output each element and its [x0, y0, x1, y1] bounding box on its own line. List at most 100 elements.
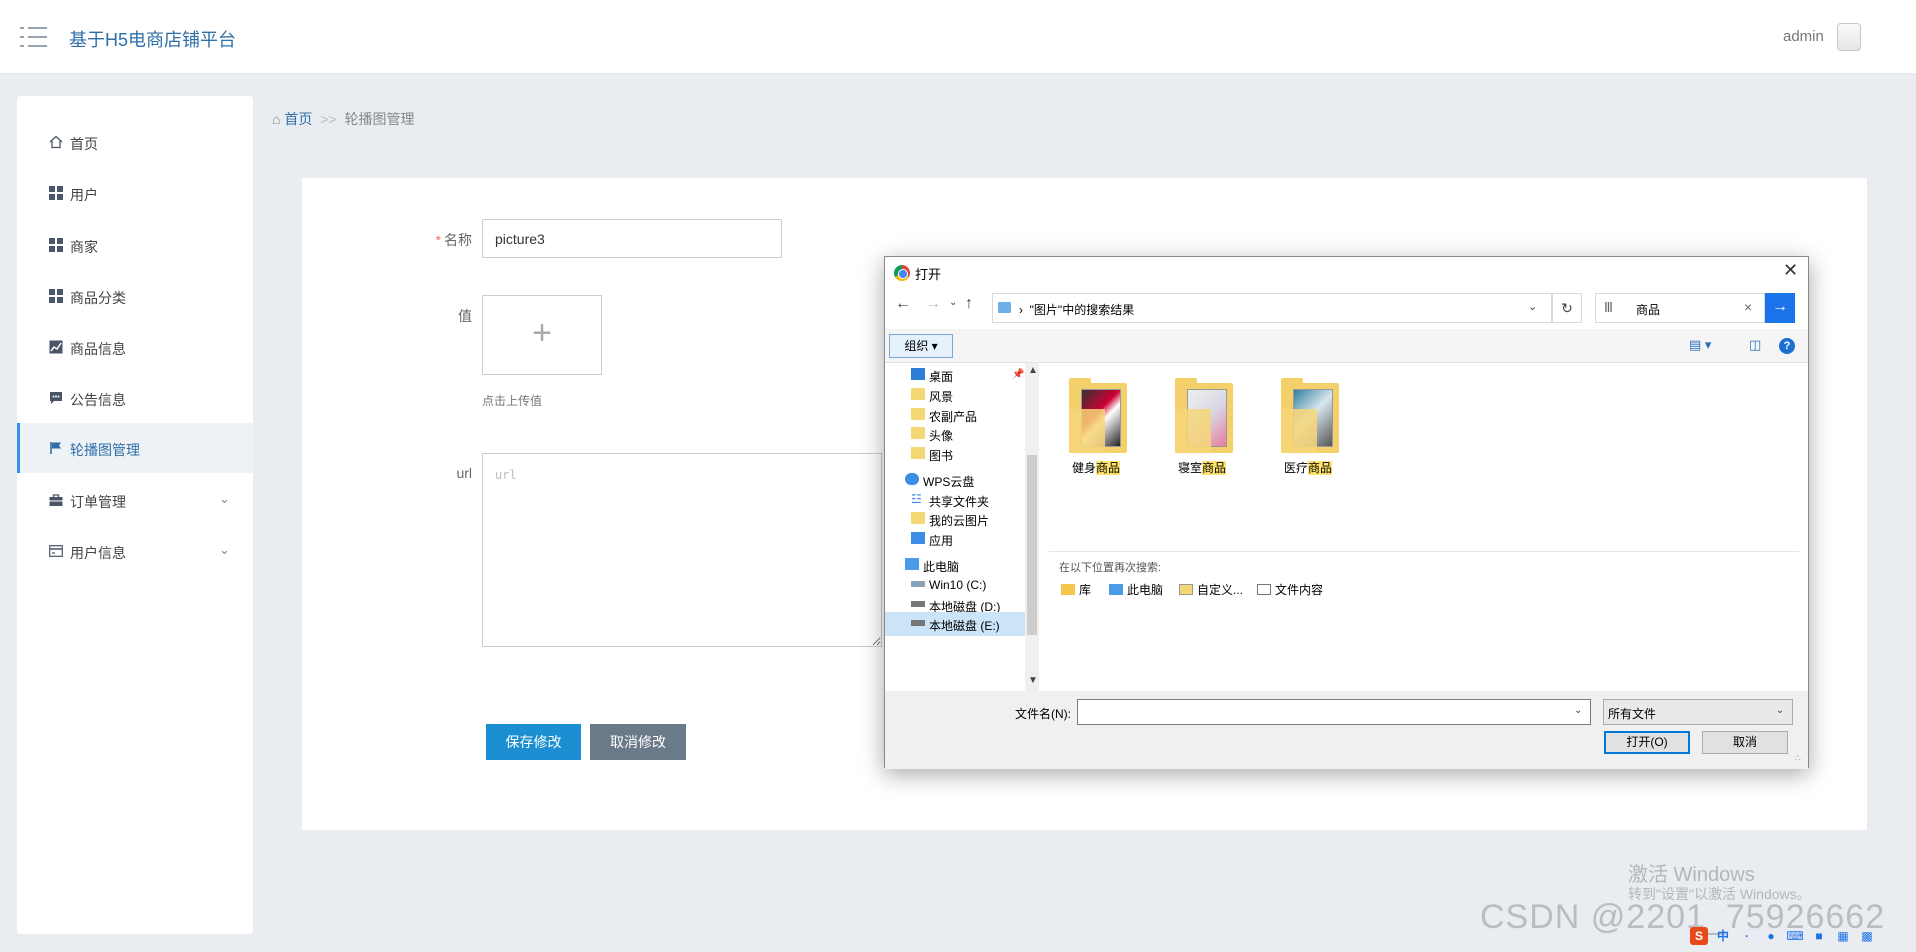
chrome-icon: [894, 265, 910, 281]
filename-input[interactable]: ⌄: [1077, 699, 1591, 725]
sidebar-item-products[interactable]: 商品信息: [17, 322, 253, 372]
chevron-down-icon[interactable]: ⌄: [1528, 300, 1537, 313]
open-button[interactable]: 打开(O): [1604, 731, 1690, 754]
keyboard-icon[interactable]: ⌨: [1786, 927, 1804, 945]
sidebar-item-label: 用户信息: [70, 545, 126, 561]
dialog-cancel-button[interactable]: 取消: [1702, 731, 1788, 754]
folder-item[interactable]: 医疗商品: [1263, 371, 1353, 481]
back-arrow-icon[interactable]: ←: [895, 295, 911, 313]
scrollbar-thumb[interactable]: [1027, 455, 1037, 635]
search-again-library[interactable]: 库: [1061, 581, 1091, 598]
folder-icon: [911, 427, 925, 439]
required-mark: *: [435, 232, 441, 248]
view-options-icon[interactable]: ▤ ▾: [1689, 337, 1711, 353]
breadcrumb-current: 轮播图管理: [344, 111, 415, 127]
pin-icon[interactable]: 📌: [1012, 369, 1024, 380]
search-again-label: 在以下位置再次搜索:: [1059, 562, 1162, 574]
folder-item[interactable]: 寝室商品: [1157, 371, 1247, 481]
name-label: * 名称: [435, 232, 472, 248]
pc-icon: [1109, 584, 1123, 595]
sogou-icon[interactable]: S: [1690, 927, 1708, 945]
folder-icon: [911, 408, 925, 420]
close-icon[interactable]: ✕: [1783, 260, 1798, 281]
folder-icon: [1069, 378, 1127, 453]
drive-icon: [911, 601, 925, 607]
cursor-icon: Ⅲ: [1604, 300, 1613, 315]
sidebar-item-merchants[interactable]: 商家: [17, 220, 253, 270]
sidebar-item-orders[interactable]: 订单管理 ⌄: [17, 475, 253, 525]
sidebar-item-label: 商品信息: [70, 341, 126, 357]
sidebar-item-users[interactable]: 用户: [17, 168, 253, 218]
menu-toggle-icon[interactable]: [20, 27, 47, 48]
sidebar-item-label: 商品分类: [70, 290, 126, 306]
dialog-title-bar[interactable]: 打开 ✕: [885, 257, 1808, 287]
search-go-button[interactable]: →: [1765, 293, 1795, 323]
tree-item-drive[interactable]: 本地磁盘 (E:): [885, 612, 1025, 636]
file-type-select[interactable]: 所有文件 ⌄: [1603, 699, 1793, 725]
app-title: 基于H5电商店铺平台: [69, 30, 237, 50]
punctuation-icon[interactable]: ·: [1738, 927, 1756, 945]
chevron-down-icon: ⌄: [219, 491, 230, 506]
folder-icon: [1175, 378, 1233, 453]
chevron-down-icon[interactable]: ▼: [1028, 675, 1038, 686]
folder-icon: [911, 388, 925, 400]
forward-arrow-icon[interactable]: →: [925, 295, 941, 313]
ime-icon[interactable]: 中: [1714, 927, 1732, 945]
folder-tree: 桌面 📌 风景 农副产品 头像 图书 WPS云盘 ☳ 共享文件夹 我的云图片 应用 …: [885, 363, 1039, 691]
file-list: 健身商品 寝室商品 医疗商品 在以下位置再次搜索: 库 此电脑 自定义... 文…: [1039, 363, 1808, 691]
cancel-button[interactable]: 取消修改: [590, 724, 686, 760]
avatar[interactable]: [1837, 23, 1861, 51]
sidebar-item-notices[interactable]: 公告信息: [17, 373, 253, 423]
folder-icon: [911, 512, 925, 524]
clear-icon[interactable]: ×: [1744, 299, 1752, 315]
breadcrumb-separator: >>: [320, 111, 337, 127]
name-input[interactable]: [482, 219, 782, 258]
shirt-icon[interactable]: ■: [1810, 927, 1828, 945]
sidebar-item-categories[interactable]: 商品分类: [17, 271, 253, 321]
search-box[interactable]: Ⅲ 商品 ×: [1595, 293, 1765, 323]
file-name: 健身商品: [1071, 461, 1121, 475]
pc-icon: [905, 558, 919, 570]
user-name[interactable]: admin: [1783, 28, 1824, 45]
dialog-toolbar: 组织 ▾ ▤ ▾ ◫ ?: [885, 329, 1808, 363]
cloud-icon: [905, 473, 919, 485]
tree-item-folder[interactable]: 图书: [885, 442, 1025, 466]
breadcrumb-home[interactable]: 首页: [284, 111, 312, 127]
save-button[interactable]: 保存修改: [486, 724, 581, 760]
organize-button[interactable]: 组织 ▾: [889, 334, 953, 358]
plus-icon: +: [532, 314, 552, 352]
sidebar-item-user-info[interactable]: 用户信息 ⌄: [17, 526, 253, 576]
chevron-up-icon[interactable]: ▲: [1028, 365, 1038, 376]
help-icon[interactable]: ?: [1779, 338, 1795, 354]
resize-grip-icon[interactable]: ∴: [1795, 753, 1801, 764]
card-icon: [49, 545, 63, 557]
recent-dropdown-icon[interactable]: ⌄: [949, 297, 957, 308]
chevron-down-icon[interactable]: ⌄: [1574, 705, 1582, 716]
search-again-file-contents[interactable]: 文件内容: [1257, 581, 1323, 598]
upload-button[interactable]: +: [482, 295, 602, 375]
preview-pane-icon[interactable]: ◫: [1749, 337, 1761, 353]
refresh-icon[interactable]: ↻: [1552, 293, 1582, 323]
share-icon: ☳: [911, 492, 922, 506]
tools-icon[interactable]: ▦: [1834, 927, 1852, 945]
search-again-this-pc[interactable]: 此电脑: [1109, 581, 1163, 598]
folder-item[interactable]: 健身商品: [1051, 371, 1141, 481]
apps-icon: [911, 532, 925, 544]
search-again-custom[interactable]: 自定义...: [1179, 581, 1243, 598]
activate-windows-title: 激活 Windows: [1628, 864, 1755, 886]
tree-scrollbar[interactable]: ▲ ▼: [1025, 363, 1039, 691]
apps-icon[interactable]: ▩: [1858, 927, 1876, 945]
sidebar-item-label: 公告信息: [70, 392, 126, 408]
grid-icon: [49, 289, 63, 303]
sidebar-item-label: 商家: [70, 239, 98, 255]
mic-icon[interactable]: ●: [1762, 927, 1780, 945]
tree-item-apps[interactable]: 应用: [885, 527, 1025, 551]
up-arrow-icon[interactable]: ↑: [965, 295, 973, 313]
address-bar[interactable]: › "图片"中的搜索结果 ⌄: [992, 293, 1552, 323]
url-textarea[interactable]: [482, 453, 882, 647]
search-folder-icon: [998, 302, 1011, 313]
document-icon: [1257, 584, 1271, 595]
sidebar-item-home[interactable]: 首页: [17, 117, 253, 167]
sidebar-item-carousel[interactable]: 轮播图管理: [17, 423, 253, 473]
comment-icon: [50, 392, 62, 404]
